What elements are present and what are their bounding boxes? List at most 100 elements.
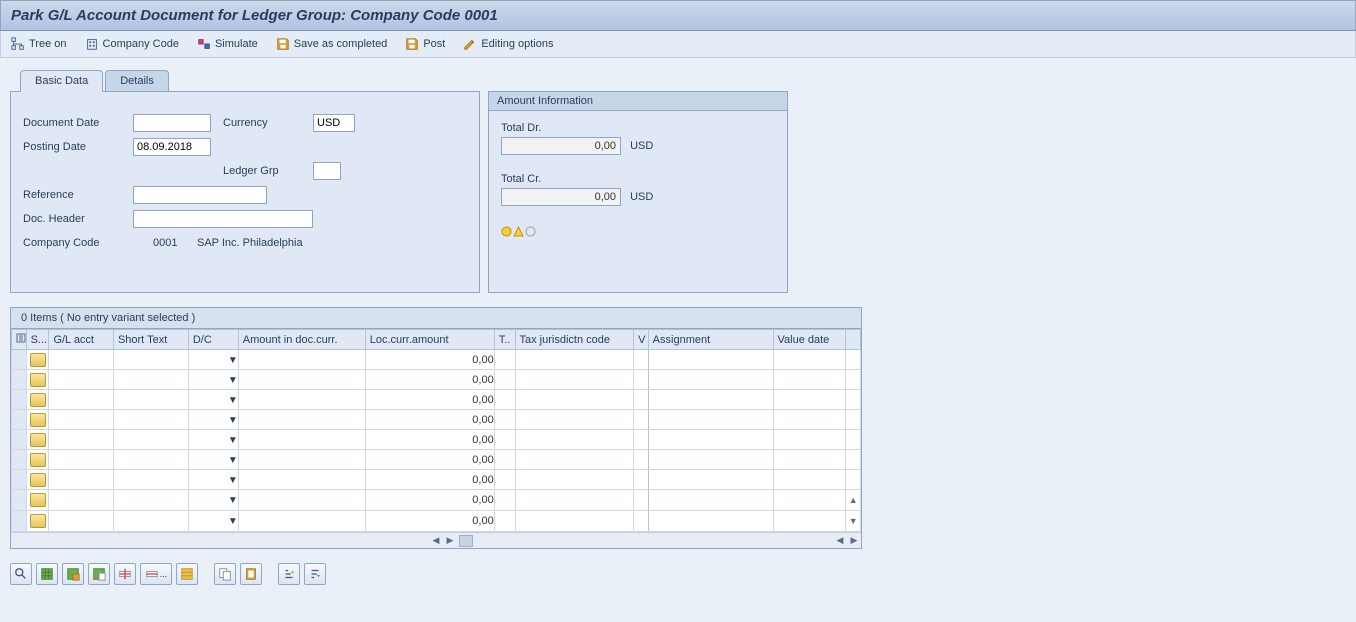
cell-value-date[interactable] bbox=[773, 450, 846, 470]
cell-loc-amt[interactable]: 0,00 bbox=[365, 350, 494, 370]
cell-loc-amt[interactable]: 0,00 bbox=[365, 470, 494, 490]
row-header[interactable] bbox=[12, 370, 27, 390]
scroll-left-icon[interactable]: ◀ bbox=[429, 534, 443, 548]
cell-gl[interactable] bbox=[49, 430, 114, 450]
cell-s[interactable] bbox=[26, 390, 49, 410]
table-row[interactable]: ▼0,00▼ bbox=[12, 511, 861, 532]
col-assignment[interactable]: Assignment bbox=[648, 330, 773, 350]
cell-tax[interactable] bbox=[515, 490, 634, 511]
cell-loc-amt[interactable]: 0,00 bbox=[365, 370, 494, 390]
doc-header-input[interactable] bbox=[133, 210, 313, 228]
cell-gl[interactable] bbox=[49, 350, 114, 370]
cell-t[interactable] bbox=[494, 470, 515, 490]
paste-button[interactable] bbox=[240, 563, 262, 585]
cell-amt-doc[interactable] bbox=[238, 470, 365, 490]
cell-t[interactable] bbox=[494, 410, 515, 430]
row-header[interactable] bbox=[12, 490, 27, 511]
post-button[interactable]: Post bbox=[405, 37, 445, 51]
col-loc-amount[interactable]: Loc.curr.amount bbox=[365, 330, 494, 350]
row-selector-icon[interactable] bbox=[30, 413, 46, 427]
cell-s[interactable] bbox=[26, 410, 49, 430]
table-row[interactable]: ▼ 0,00 bbox=[12, 470, 861, 490]
cell-value-date[interactable] bbox=[773, 370, 846, 390]
grid-button-1[interactable] bbox=[36, 563, 58, 585]
document-date-input[interactable] bbox=[133, 114, 211, 132]
cell-short[interactable] bbox=[113, 350, 188, 370]
row-selector-icon[interactable] bbox=[30, 514, 46, 528]
cell-s[interactable] bbox=[26, 490, 49, 511]
cell-t[interactable] bbox=[494, 350, 515, 370]
cell-gl[interactable] bbox=[49, 490, 114, 511]
cell-tax[interactable] bbox=[515, 390, 634, 410]
cell-dc[interactable]: ▼ bbox=[188, 390, 238, 410]
cell-value-date[interactable] bbox=[773, 470, 846, 490]
table-row[interactable]: ▼ 0,00 bbox=[12, 410, 861, 430]
cell-assignment[interactable] bbox=[648, 450, 773, 470]
cell-s[interactable] bbox=[26, 430, 49, 450]
scroll-down-icon[interactable]: ▼ bbox=[846, 511, 861, 532]
scroll-thumb[interactable] bbox=[459, 535, 473, 547]
cell-loc-amt[interactable]: 0,00 bbox=[365, 410, 494, 430]
cell-assignment[interactable] bbox=[648, 410, 773, 430]
dropdown-icon[interactable]: ▼ bbox=[228, 435, 238, 446]
ledger-grp-input[interactable] bbox=[313, 162, 341, 180]
scroll-up-icon[interactable]: ▲ bbox=[846, 490, 861, 511]
scroll-right-icon[interactable]: ▶ bbox=[443, 534, 457, 548]
tab-details[interactable]: Details bbox=[105, 70, 169, 92]
cell-tax[interactable] bbox=[515, 350, 634, 370]
col-v[interactable]: V bbox=[634, 330, 649, 350]
table-row[interactable]: ▼0,00 bbox=[12, 430, 861, 450]
tree-on-button[interactable]: Tree on bbox=[11, 37, 67, 51]
cell-t[interactable] bbox=[494, 430, 515, 450]
cell-v[interactable] bbox=[634, 430, 649, 450]
reference-input[interactable] bbox=[133, 186, 267, 204]
cell-short[interactable] bbox=[113, 470, 188, 490]
cell-assignment[interactable] bbox=[648, 511, 773, 532]
row-selector-icon[interactable] bbox=[30, 453, 46, 467]
cell-t[interactable] bbox=[494, 390, 515, 410]
cell-value-date[interactable] bbox=[773, 410, 846, 430]
cell-v[interactable] bbox=[634, 470, 649, 490]
cell-loc-amt[interactable]: 0,00 bbox=[365, 450, 494, 470]
cell-dc[interactable]: ▼ bbox=[188, 350, 238, 370]
posting-date-input[interactable] bbox=[133, 138, 211, 156]
cell-assignment[interactable] bbox=[648, 390, 773, 410]
horizontal-scrollbar[interactable]: ◀ ▶ ◀ ▶ bbox=[11, 532, 861, 548]
grid-button-4[interactable] bbox=[176, 563, 198, 585]
cell-v[interactable] bbox=[634, 370, 649, 390]
cell-dc[interactable]: ▼ bbox=[188, 470, 238, 490]
cell-short[interactable] bbox=[113, 390, 188, 410]
cell-value-date[interactable] bbox=[773, 511, 846, 532]
row-header[interactable] bbox=[12, 470, 27, 490]
cell-v[interactable] bbox=[634, 450, 649, 470]
scroll-right2-icon[interactable]: ▶ bbox=[847, 534, 861, 548]
cell-tax[interactable] bbox=[515, 511, 634, 532]
row-selector-icon[interactable] bbox=[30, 433, 46, 447]
cell-tax[interactable] bbox=[515, 410, 634, 430]
row-header[interactable] bbox=[12, 450, 27, 470]
cell-amt-doc[interactable] bbox=[238, 350, 365, 370]
cell-s[interactable] bbox=[26, 450, 49, 470]
cell-value-date[interactable] bbox=[773, 490, 846, 511]
tab-basic-data[interactable]: Basic Data bbox=[20, 70, 103, 92]
cell-v[interactable] bbox=[634, 390, 649, 410]
cell-tax[interactable] bbox=[515, 370, 634, 390]
cell-tax[interactable] bbox=[515, 470, 634, 490]
dropdown-icon[interactable]: ▼ bbox=[228, 455, 238, 466]
row-selector-icon[interactable] bbox=[30, 493, 46, 507]
row-header[interactable] bbox=[12, 350, 27, 370]
cell-gl[interactable] bbox=[49, 470, 114, 490]
row-header[interactable] bbox=[12, 511, 27, 532]
cell-value-date[interactable] bbox=[773, 390, 846, 410]
cell-short[interactable] bbox=[113, 511, 188, 532]
save-completed-button[interactable]: Save as completed bbox=[276, 37, 388, 51]
col-amount-doc[interactable]: Amount in doc.curr. bbox=[238, 330, 365, 350]
dropdown-icon[interactable]: ▼ bbox=[228, 475, 238, 486]
dropdown-icon[interactable]: ▼ bbox=[228, 516, 238, 527]
cell-s[interactable] bbox=[26, 370, 49, 390]
dropdown-icon[interactable]: ▼ bbox=[228, 415, 238, 426]
cell-assignment[interactable] bbox=[648, 370, 773, 390]
copy-button[interactable] bbox=[214, 563, 236, 585]
cell-v[interactable] bbox=[634, 511, 649, 532]
row-selector-icon[interactable] bbox=[30, 393, 46, 407]
